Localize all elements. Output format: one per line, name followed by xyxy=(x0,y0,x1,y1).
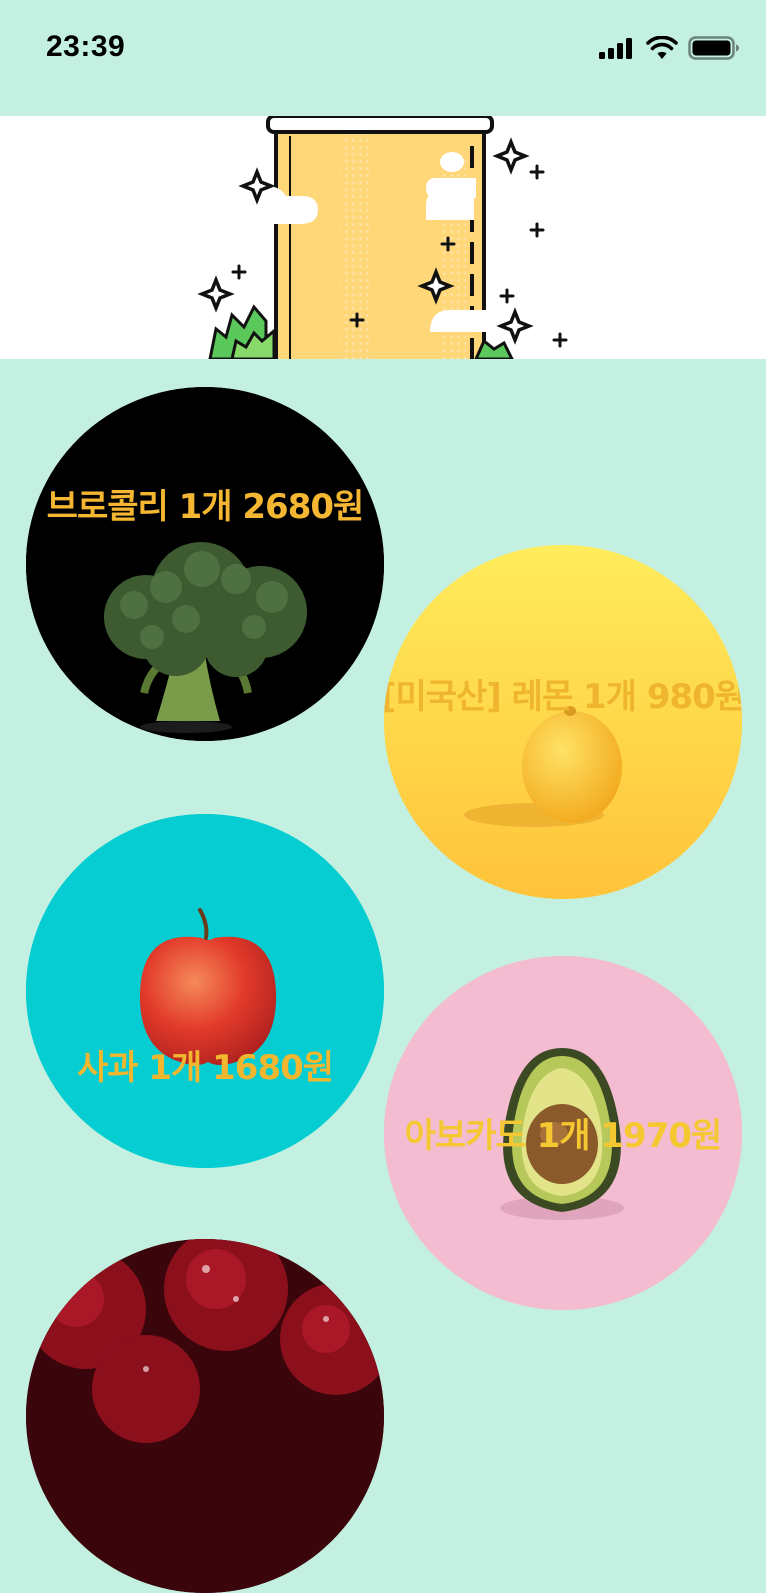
lemon-image xyxy=(384,545,742,899)
product-label: 아보카도 1개 1970원 xyxy=(404,1116,723,1156)
product-card-apple[interactable]: 사과 1개 1680원 xyxy=(26,814,384,1168)
cherries-image xyxy=(26,1239,384,1593)
banner[interactable] xyxy=(0,116,766,359)
product-label: [미국산] 레몬 1개 980원 xyxy=(384,677,742,717)
apple-image xyxy=(26,814,384,1168)
signal-icon xyxy=(599,38,632,59)
status-time: 23:39 xyxy=(46,30,126,63)
juice-glass-illustration xyxy=(197,116,568,359)
product-card-cherries[interactable] xyxy=(26,1239,384,1593)
product-card-avocado[interactable]: 아보카도 1개 1970원 xyxy=(384,956,742,1310)
wifi-icon xyxy=(646,36,678,59)
broccoli-image xyxy=(26,387,384,741)
product-label: 브로콜리 1개 2680원 xyxy=(46,487,365,527)
product-label: 사과 1개 1680원 xyxy=(76,1048,334,1088)
status-bar: 23:39 xyxy=(0,0,766,116)
product-feed: 브로콜리 1개 2680원 [미국산] 레몬 1개 980원 사과 1개 168… xyxy=(0,359,766,1593)
product-card-broccoli[interactable]: 브로콜리 1개 2680원 xyxy=(26,387,384,741)
status-icons xyxy=(598,34,740,62)
battery-icon xyxy=(688,36,739,60)
product-card-lemon[interactable]: [미국산] 레몬 1개 980원 xyxy=(384,545,742,899)
